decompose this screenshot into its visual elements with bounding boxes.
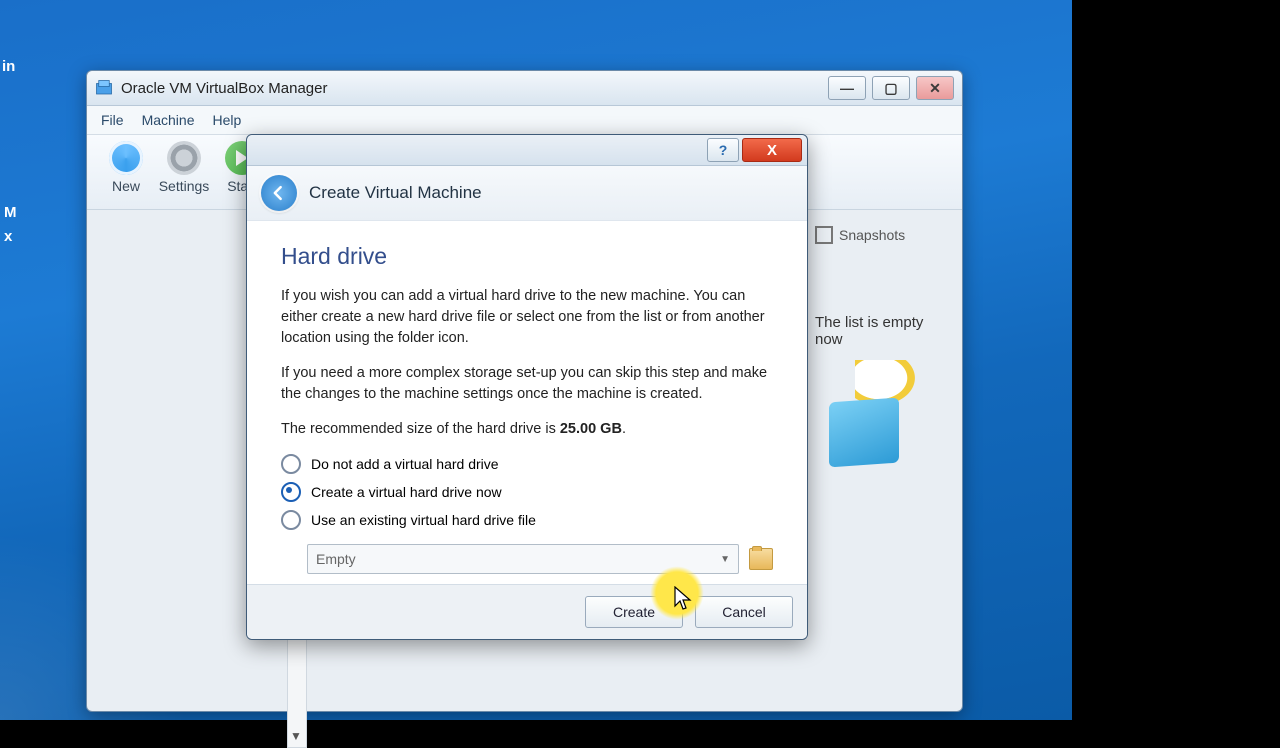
maximize-button[interactable]: ▢ <box>872 76 910 100</box>
option-no-hdd-label: Do not add a virtual hard drive <box>311 456 499 472</box>
option-create-hdd[interactable]: Create a virtual hard drive now <box>281 482 773 502</box>
app-icon <box>95 79 113 97</box>
hard-drive-options: Do not add a virtual hard drive Create a… <box>281 454 773 530</box>
existing-hdd-chooser: Empty ▼ <box>307 544 773 574</box>
option-existing-hdd[interactable]: Use an existing virtual hard drive file <box>281 510 773 530</box>
toolbar-new-label: New <box>112 178 140 194</box>
frag-label-x: x <box>4 228 12 245</box>
menubar: File Machine Help <box>87 106 962 135</box>
radio-icon <box>281 510 301 530</box>
create-vm-wizard: ? X Create Virtual Machine Hard drive If… <box>246 134 808 640</box>
welcome-illustration <box>815 360 935 480</box>
recommended-size: The recommended size of the hard drive i… <box>281 419 773 440</box>
wizard-close-button[interactable]: X <box>742 138 802 162</box>
existing-hdd-combo[interactable]: Empty ▼ <box>307 544 739 574</box>
window-title: Oracle VM VirtualBox Manager <box>121 80 828 97</box>
gear-icon <box>167 141 201 175</box>
cube-icon <box>829 398 899 468</box>
chevron-down-icon: ▼ <box>290 729 302 743</box>
chevron-down-icon: ▼ <box>720 554 730 565</box>
intro-paragraph-2: If you need a more complex storage set-u… <box>281 363 773 405</box>
menu-machine[interactable]: Machine <box>142 112 195 128</box>
minimize-button[interactable]: — <box>828 76 866 100</box>
menu-help[interactable]: Help <box>212 112 241 128</box>
option-no-hdd[interactable]: Do not add a virtual hard drive <box>281 454 773 474</box>
create-button[interactable]: Create <box>585 596 683 628</box>
wizard-body: Hard drive If you wish you can add a vir… <box>247 221 807 580</box>
wizard-title: Create Virtual Machine <box>309 183 482 203</box>
toolbar-settings-label: Settings <box>159 178 210 194</box>
left-partial-window: in M x <box>0 0 28 720</box>
option-create-hdd-label: Create a virtual hard drive now <box>311 484 502 500</box>
wizard-titlebar[interactable]: ? X <box>247 135 807 166</box>
titlebar[interactable]: Oracle VM VirtualBox Manager — ▢ ✕ <box>87 71 962 106</box>
browse-folder-button[interactable] <box>749 548 773 570</box>
frag-label-in: in <box>2 58 15 75</box>
rec-value: 25.00 GB <box>560 421 622 437</box>
combo-value: Empty <box>316 551 356 567</box>
intro-paragraph-1: If you wish you can add a virtual hard d… <box>281 286 773 349</box>
close-icon: X <box>767 142 777 159</box>
rec-pre: The recommended size of the hard drive i… <box>281 421 560 437</box>
section-heading: Hard drive <box>281 243 773 270</box>
radio-icon <box>281 454 301 474</box>
cancel-button[interactable]: Cancel <box>695 596 793 628</box>
help-icon: ? <box>719 142 728 158</box>
frag-label-m: M <box>4 204 17 221</box>
snapshots-icon <box>815 226 833 244</box>
back-button[interactable] <box>261 175 297 211</box>
arrow-left-icon <box>269 183 289 203</box>
empty-list-hint: The list is empty now <box>815 314 950 348</box>
right-pane: Snapshots The list is empty now <box>815 226 950 480</box>
toolbar-new[interactable]: New <box>97 141 155 194</box>
wizard-help-button[interactable]: ? <box>707 138 739 162</box>
snapshots-label: Snapshots <box>839 227 905 243</box>
option-existing-hdd-label: Use an existing virtual hard drive file <box>311 512 536 528</box>
wizard-header: Create Virtual Machine <box>247 166 807 221</box>
radio-icon <box>281 482 301 502</box>
rec-post: . <box>622 421 626 437</box>
menu-file[interactable]: File <box>101 112 124 128</box>
toolbar-settings[interactable]: Settings <box>155 141 213 194</box>
wizard-footer: Create Cancel <box>247 584 807 639</box>
new-icon <box>109 141 143 175</box>
close-button[interactable]: ✕ <box>916 76 954 100</box>
snapshots-tab[interactable]: Snapshots <box>815 226 950 244</box>
